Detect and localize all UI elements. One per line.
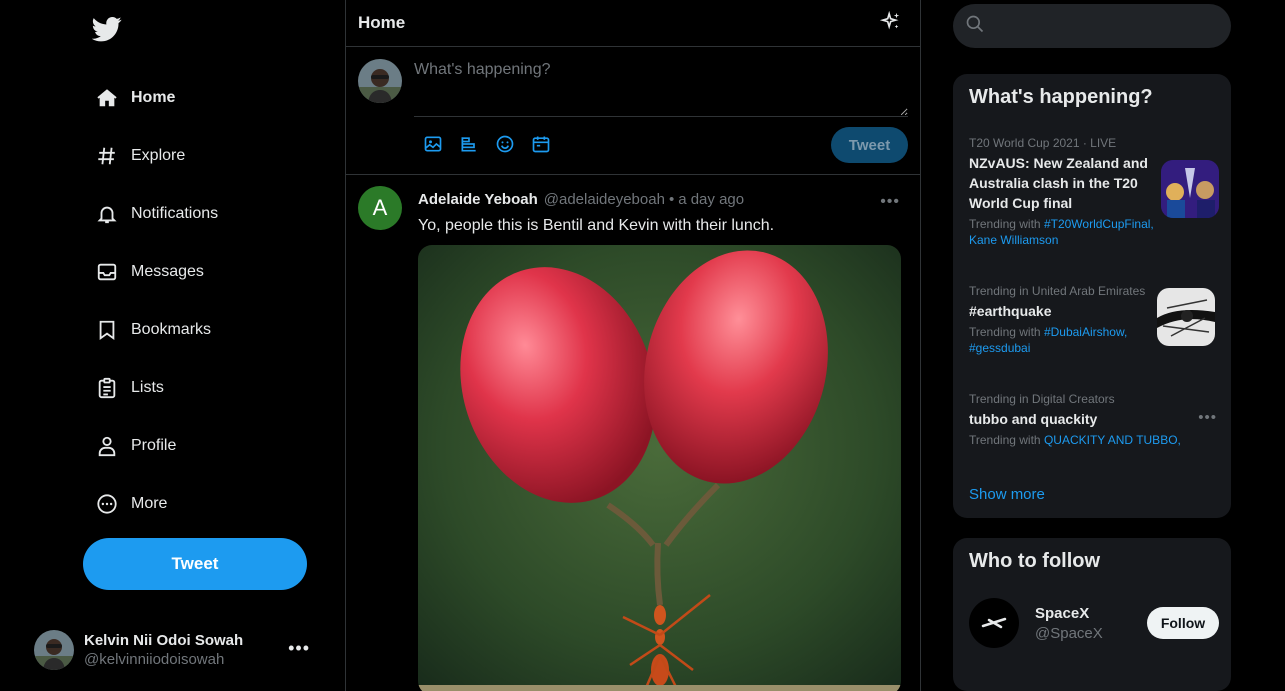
trend-topic: #earthquake <box>969 303 1052 319</box>
trend-context: Trending in United Arab Emirates <box>969 284 1146 298</box>
schedule-icon[interactable] <box>530 133 552 155</box>
search-input[interactable] <box>995 17 1215 35</box>
tweet-image[interactable] <box>418 245 901 691</box>
list-icon <box>95 376 119 400</box>
trend-topic: tubbo and quackity <box>969 411 1098 427</box>
tweet-author-name[interactable]: Adelaide Yeboah <box>418 191 538 208</box>
trend-item[interactable]: Trending in United Arab Emirates #earthq… <box>969 284 1154 356</box>
poll-icon[interactable] <box>458 133 480 155</box>
trend-thumbnail[interactable] <box>1161 160 1219 218</box>
page-title: Home <box>358 13 406 32</box>
trend-links[interactable]: QUACKITY AND TUBBO, <box>1044 433 1181 447</box>
nav-bookmarks[interactable]: Bookmarks <box>95 310 211 350</box>
tweet-composer: Tweet <box>346 47 920 175</box>
meta-separator: • <box>668 191 675 208</box>
nav-label: Messages <box>131 263 204 280</box>
search-box[interactable] <box>953 4 1231 48</box>
trend-related: Trending with #T20WorldCupFinal, Kane Wi… <box>969 217 1154 247</box>
trend-related: Trending with QUACKITY AND TUBBO, <box>969 433 1181 447</box>
avatar[interactable]: A <box>358 186 402 230</box>
bell-icon <box>95 202 119 226</box>
nav-home[interactable]: Home <box>95 78 175 118</box>
avatar <box>34 630 74 670</box>
main-timeline: Home Tweet A Adelaide Yeboah @adelaideye… <box>345 0 921 691</box>
nav-lists[interactable]: Lists <box>95 368 164 408</box>
account-handle: @kelvinniiodoisowah <box>84 651 225 668</box>
account-switcher[interactable]: Kelvin Nii Odoi Sowah @kelvinniiodoisowa… <box>34 628 324 672</box>
more-circle-icon <box>95 492 119 516</box>
trend-more-icon[interactable]: ••• <box>1198 409 1217 426</box>
nav-label: Bookmarks <box>131 321 212 338</box>
nav-label: Notifications <box>131 205 219 222</box>
account-name: Kelvin Nii Odoi Sowah <box>84 632 244 649</box>
trend-context: Trending in Digital Creators <box>969 392 1115 406</box>
trend-topic: NZvAUS: New Zealand and Australia clash … <box>969 155 1148 211</box>
avatar <box>358 59 402 103</box>
trend-context: T20 World Cup 2021 · LIVE <box>969 136 1117 150</box>
trend-related: Trending with #DubaiAirshow, #gessdubai <box>969 325 1128 355</box>
nav-label: Lists <box>131 379 164 396</box>
compose-input[interactable] <box>414 61 908 117</box>
bookmark-icon <box>95 318 119 342</box>
trend-item[interactable]: T20 World Cup 2021 · LIVE NZvAUS: New Ze… <box>969 136 1154 248</box>
image-icon[interactable] <box>422 133 444 155</box>
home-icon <box>95 86 119 110</box>
follow-button[interactable]: Follow <box>1147 607 1219 639</box>
who-to-follow-panel: Who to follow SpaceX @SpaceX Follow <box>953 538 1231 691</box>
tweet-author-handle[interactable]: @adelaideyeboah <box>544 191 665 208</box>
follow-handle: @SpaceX <box>1035 624 1103 642</box>
trends-panel: What's happening? T20 World Cup 2021 · L… <box>953 74 1231 518</box>
follow-suggestion[interactable]: SpaceX @SpaceX Follow <box>969 598 1219 648</box>
trend-item[interactable]: Trending in Digital Creators tubbo and q… <box>969 392 1219 448</box>
tweet-more-icon[interactable]: ••• <box>880 193 900 211</box>
nav-label: More <box>131 495 168 512</box>
nav-more[interactable]: More <box>95 484 167 524</box>
sparkle-icon[interactable] <box>879 10 902 33</box>
emoji-icon[interactable] <box>494 133 516 155</box>
left-sidebar: Home Explore Notifications Messages Book… <box>0 0 345 691</box>
nav-explore[interactable]: Explore <box>95 136 185 176</box>
tweet-text: Yo, people this is Bentil and Kevin with… <box>418 217 775 234</box>
envelope-icon <box>95 260 119 284</box>
account-more-icon[interactable]: ••• <box>288 638 310 659</box>
nav-notifications[interactable]: Notifications <box>95 194 218 234</box>
avatar[interactable] <box>969 598 1019 648</box>
search-icon <box>965 14 985 39</box>
person-icon <box>95 434 119 458</box>
nav-profile[interactable]: Profile <box>95 426 176 466</box>
compose-tweet-button[interactable]: Tweet <box>831 127 908 163</box>
show-more-link[interactable]: Show more <box>969 486 1045 503</box>
nav-label: Home <box>131 89 176 106</box>
timeline-header: Home <box>346 0 920 47</box>
tweet-card[interactable]: A Adelaide Yeboah @adelaideyeboah • a da… <box>346 175 920 691</box>
sidebar-tweet-button[interactable]: Tweet <box>83 538 307 590</box>
nav-label: Explore <box>131 147 186 164</box>
who-to-follow-title: Who to follow <box>969 550 1101 572</box>
nav-messages[interactable]: Messages <box>95 252 204 292</box>
follow-name[interactable]: SpaceX <box>1035 605 1103 622</box>
hashtag-icon <box>95 144 119 168</box>
twitter-bird-icon[interactable] <box>91 14 124 46</box>
tweet-timestamp[interactable]: a day ago <box>678 191 744 208</box>
nav-label: Profile <box>131 437 177 454</box>
trends-title: What's happening? <box>969 86 1153 108</box>
trend-thumbnail[interactable] <box>1157 288 1215 346</box>
